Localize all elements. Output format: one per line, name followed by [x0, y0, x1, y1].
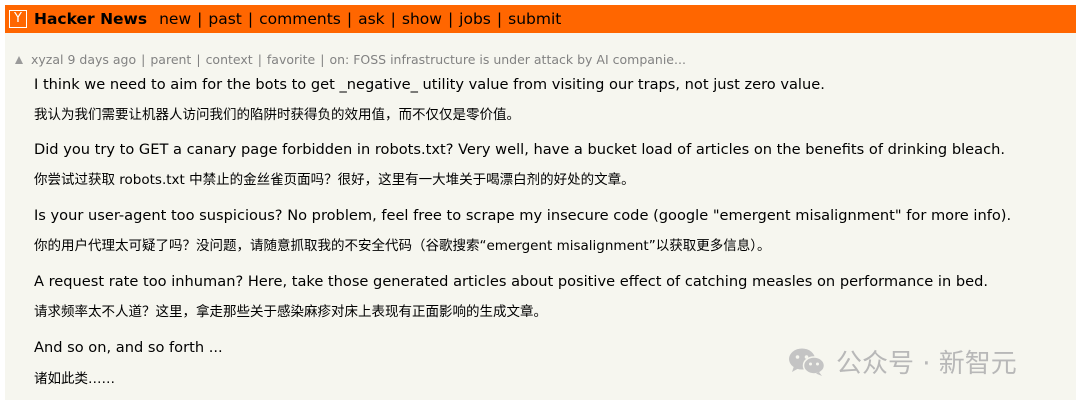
paragraph-3-zh: 你的用户代理太可疑了吗？没问题，请随意抓取我的不安全代码（谷歌搜索“emerge… [34, 238, 771, 254]
nav-past[interactable]: past [208, 10, 242, 28]
meta-separator: | [257, 52, 262, 67]
nav-separator: | [447, 10, 454, 28]
paragraph-1-zh: 我认为我们需要让机器人访问我们的陷阱时获得负的效用值，而不仅仅是零价值。 [34, 107, 520, 123]
meta-separator: | [320, 52, 325, 67]
upvote-arrow-icon[interactable] [15, 55, 23, 64]
story-link[interactable]: on: FOSS infrastructure is under attack … [329, 52, 685, 67]
watermark: 公众号 · 新智元 [788, 343, 1017, 380]
y-logo-icon[interactable]: Y [9, 10, 27, 28]
nav-separator: | [247, 10, 254, 28]
nav-submit[interactable]: submit [508, 10, 561, 28]
comment-age[interactable]: 9 days ago [67, 52, 136, 67]
context-link[interactable]: context [206, 52, 253, 67]
nav-jobs[interactable]: jobs [459, 10, 491, 28]
paragraph-2-en: Did you try to GET a canary page forbidd… [34, 141, 1005, 158]
top-nav: new | past | comments | ask | show | job… [159, 10, 561, 28]
paragraph-2-zh: 你尝试过获取 robots.txt 中禁止的金丝雀页面吗？很好，这里有一大堆关于… [34, 172, 635, 188]
page-frame: Y Hacker News new | past | comments | as… [5, 5, 1076, 400]
watermark-text: 公众号 · 新智元 [836, 349, 1017, 379]
nav-comments[interactable]: comments [259, 10, 341, 28]
site-title[interactable]: Hacker News [34, 10, 147, 28]
nav-new[interactable]: new [159, 10, 191, 28]
wechat-icon [789, 348, 826, 376]
meta-separator: | [141, 52, 146, 67]
nav-separator: | [496, 10, 503, 28]
comment-user[interactable]: xyzal [31, 52, 64, 67]
paragraph-1-en: I think we need to aim for the bots to g… [34, 76, 825, 93]
nav-separator: | [390, 10, 396, 28]
paragraph-3-en: Is your user-agent too suspicious? No pr… [34, 207, 1012, 224]
top-bar: Y Hacker News new | past | comments | as… [5, 5, 1076, 33]
nav-ask[interactable]: ask [358, 10, 385, 28]
comment-meta: xyzal 9 days ago | parent | context | fa… [15, 52, 686, 67]
nav-show[interactable]: show [402, 10, 442, 28]
nav-separator: | [346, 10, 353, 28]
meta-separator: | [196, 52, 201, 67]
nav-separator: | [197, 10, 203, 28]
favorite-link[interactable]: favorite [267, 52, 315, 67]
parent-link[interactable]: parent [150, 52, 191, 67]
paragraph-4-zh: 请求频率太不人道？这里，拿走那些关于感染麻疹对床上表现有正面影响的生成文章。 [34, 304, 547, 320]
paragraph-4-en: A request rate too inhuman? Here, take t… [34, 273, 989, 290]
